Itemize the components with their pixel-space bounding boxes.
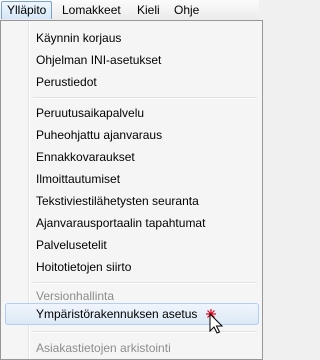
menu-item-hoitotietojen-siirto[interactable]: Hoitotietojen siirto xyxy=(5,256,259,278)
menu-item-asiakastietojen-arkistointi: Asiakastietojen arkistointi xyxy=(36,341,171,355)
menu-ohje[interactable]: Ohje xyxy=(169,1,204,19)
menu-separator xyxy=(33,97,257,99)
menu-item-peruutusaikapalvelu[interactable]: Peruutusaikapalvelu xyxy=(5,102,259,124)
menu-item-ajanvarausportaalin-tapahtumat[interactable]: Ajanvarausportaalin tapahtumat xyxy=(5,212,259,234)
menu-item-ini-asetukset[interactable]: Ohjelman INI-asetukset xyxy=(5,49,259,71)
menu-item-kaynnin-korjaus[interactable]: Käynnin korjaus xyxy=(5,27,259,49)
menu-item-perustiedot[interactable]: Perustiedot xyxy=(5,71,259,93)
menu-item-tekstiviestilahetysten-seuranta[interactable]: Tekstiviestilähetysten seuranta xyxy=(5,190,259,212)
menu-lomakkeet[interactable]: Lomakkeet xyxy=(57,1,126,19)
mouse-pointer-icon xyxy=(206,309,224,334)
menu-item-ilmoittautumiset[interactable]: Ilmoittautumiset xyxy=(5,168,259,190)
menu-bar: Ylläpito Lomakkeet Kieli Ohje xyxy=(0,0,259,21)
menu-item-palvelusetelit[interactable]: Palvelusetelit xyxy=(5,234,259,256)
menu-item-ennakkovaraukset[interactable]: Ennakkovaraukset xyxy=(5,146,259,168)
menu-separator xyxy=(33,282,257,284)
menu-yllapito[interactable]: Ylläpito xyxy=(1,1,53,19)
menu-item-puheohjattu-ajanvaraus[interactable]: Puheohjattu ajanvaraus xyxy=(5,124,259,146)
menu-kieli[interactable]: Kieli xyxy=(132,1,165,19)
